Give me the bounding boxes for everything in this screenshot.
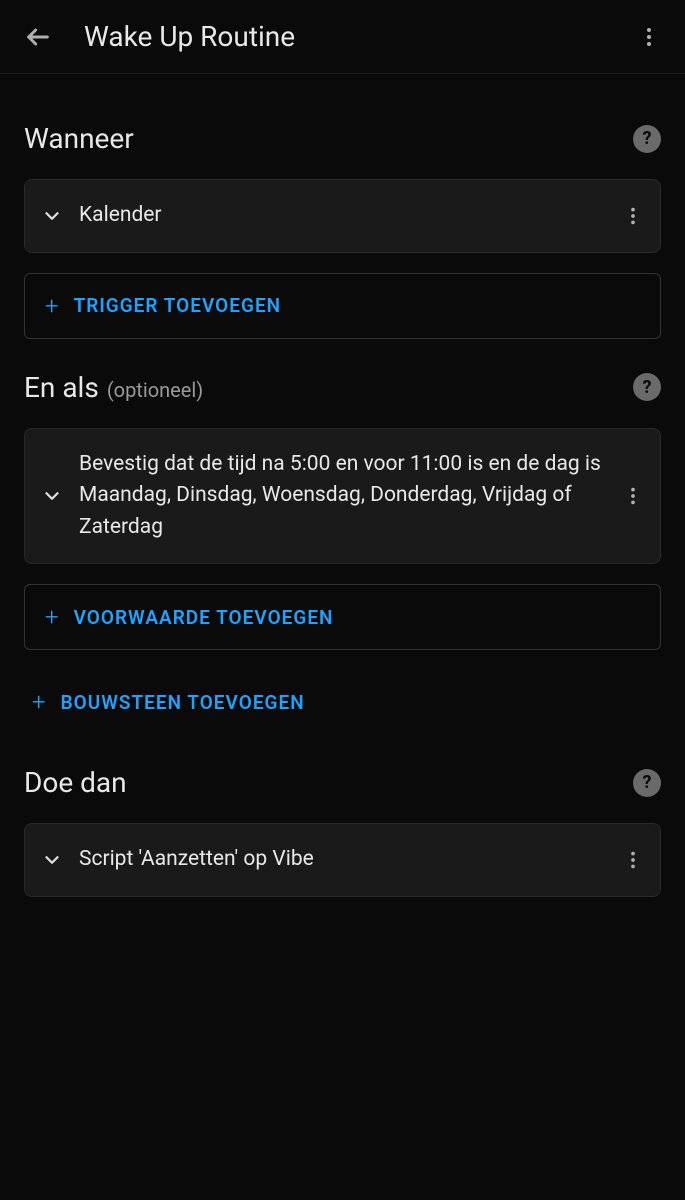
question-icon: ?: [643, 128, 652, 149]
condition-card[interactable]: Bevestig dat de tijd na 5:00 en voor 11:…: [24, 428, 661, 565]
section-and-if: En als (optioneel) ? Bevestig dat de tij…: [24, 371, 661, 735]
section-title: Doe dan: [24, 766, 127, 799]
help-button[interactable]: ?: [633, 373, 661, 401]
question-icon: ?: [643, 377, 652, 398]
arrow-left-icon: [24, 23, 52, 51]
card-more-button[interactable]: [622, 485, 644, 507]
card-more-button[interactable]: [622, 849, 644, 871]
chevron-down-icon: [41, 205, 63, 227]
card-label: Kalender: [79, 200, 606, 232]
add-trigger-label: TRIGGER TOEVOEGEN: [74, 294, 282, 317]
question-icon: ?: [643, 772, 652, 793]
more-vertical-icon: [637, 25, 661, 49]
app-header: Wake Up Routine: [0, 0, 685, 74]
back-button[interactable]: [24, 23, 52, 51]
condition-text: Bevestig dat de tijd na 5:00 en voor 11:…: [79, 449, 606, 544]
section-title: Wanneer: [24, 122, 134, 155]
action-card-script[interactable]: Script 'Aanzetten' op Vibe: [24, 823, 661, 897]
add-condition-label: VOORWAARDE TOEVOEGEN: [74, 606, 334, 629]
card-label: Script 'Aanzetten' op Vibe: [79, 844, 606, 876]
help-button[interactable]: ?: [633, 125, 661, 153]
plus-icon: +: [32, 688, 47, 716]
plus-icon: +: [45, 292, 60, 320]
section-header: En als (optioneel) ?: [24, 371, 661, 404]
section-then: Doe dan ? Script 'Aanzetten' op Vibe: [24, 766, 661, 897]
page-title: Wake Up Routine: [84, 20, 605, 53]
help-button[interactable]: ?: [633, 769, 661, 797]
add-condition-button[interactable]: + VOORWAARDE TOEVOEGEN: [24, 584, 661, 650]
chevron-down-icon: [41, 485, 63, 507]
header-more-button[interactable]: [637, 25, 661, 49]
section-subtitle: (optioneel): [107, 378, 203, 402]
add-trigger-button[interactable]: + TRIGGER TOEVOEGEN: [24, 273, 661, 339]
more-vertical-icon: [622, 849, 644, 871]
add-block-label: BOUWSTEEN TOEVOEGEN: [61, 691, 305, 714]
plus-icon: +: [45, 603, 60, 631]
more-vertical-icon: [622, 205, 644, 227]
chevron-down-icon: [41, 849, 63, 871]
more-vertical-icon: [622, 485, 644, 507]
section-when: Wanneer ? Kalender + TRIGGER TOEVOEGEN: [24, 122, 661, 339]
add-block-button[interactable]: + BOUWSTEEN TOEVOEGEN: [24, 670, 661, 734]
trigger-card-calendar[interactable]: Kalender: [24, 179, 661, 253]
section-header: Doe dan ?: [24, 766, 661, 799]
card-more-button[interactable]: [622, 205, 644, 227]
section-header: Wanneer ?: [24, 122, 661, 155]
section-title: En als: [24, 371, 99, 404]
